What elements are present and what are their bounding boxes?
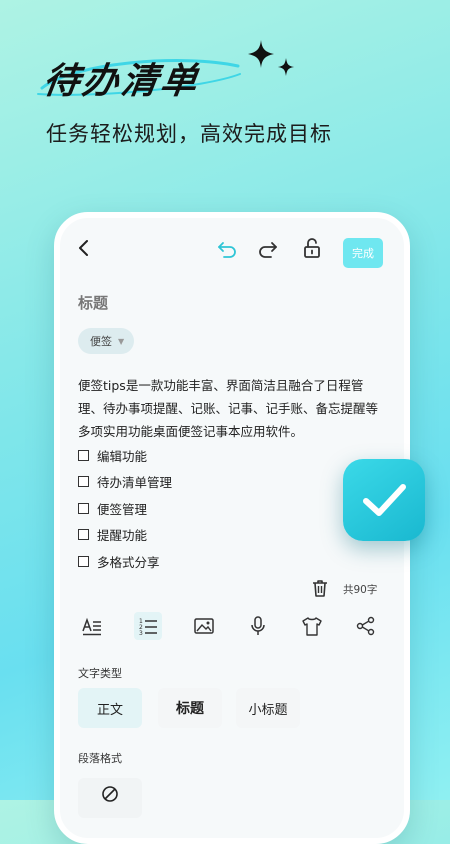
checklist-item[interactable]: 待办清单管理 <box>78 469 172 496</box>
checklist-item[interactable]: 提醒功能 <box>78 522 172 549</box>
checklist-item-label: 多格式分享 <box>97 554 160 570</box>
svg-text:3: 3 <box>139 630 143 637</box>
text-type-label: 文字类型 <box>78 667 122 680</box>
checklist-item-label: 编辑功能 <box>97 448 148 464</box>
hero-subtitle: 任务轻松规划，高效完成目标 <box>46 122 332 146</box>
checkbox[interactable] <box>78 502 89 514</box>
hero-title: 待办清单 <box>40 61 203 102</box>
note-body-text[interactable]: 便签tips是一款功能丰富、界面简洁且融合了日程管理、待办事项提醒、记账、记事、… <box>78 374 383 443</box>
unlock-icon[interactable] <box>300 236 324 260</box>
checklist-item[interactable]: 编辑功能 <box>78 442 172 469</box>
check-badge <box>343 459 425 541</box>
undo-icon[interactable] <box>215 236 239 260</box>
tag-label: 便签 <box>90 335 112 348</box>
back-arrow-icon[interactable] <box>72 236 96 260</box>
checklist-item-label: 待办清单管理 <box>97 475 173 491</box>
checkbox[interactable] <box>78 555 89 567</box>
text-style-icon[interactable] <box>78 612 106 640</box>
no-format-icon <box>102 786 118 802</box>
checklist-item[interactable]: 便签管理 <box>78 495 172 522</box>
paragraph-none-button[interactable] <box>78 778 142 818</box>
checkbox[interactable] <box>78 449 89 461</box>
format-toolbar: 1 2 3 <box>78 610 384 642</box>
text-type-body-button[interactable]: 正文 <box>78 688 142 728</box>
redo-icon[interactable] <box>256 236 280 260</box>
trash-icon[interactable] <box>310 578 330 598</box>
editor-toolbar: 完成 <box>60 218 404 274</box>
checkbox[interactable] <box>78 529 89 541</box>
microphone-icon[interactable] <box>244 612 272 640</box>
paragraph-format-label: 段落格式 <box>78 752 122 765</box>
checklist-item[interactable]: 多格式分享 <box>78 548 172 575</box>
checkbox[interactable] <box>78 476 89 488</box>
text-type-heading-button[interactable]: 标题 <box>158 688 222 728</box>
text-type-subheading-button[interactable]: 小标题 <box>236 688 300 728</box>
checklist-item-label: 提醒功能 <box>97 528 148 544</box>
checkmark-icon <box>363 484 406 516</box>
shirt-icon[interactable] <box>298 612 326 640</box>
share-icon[interactable] <box>352 612 380 640</box>
word-count: 共90字 <box>343 584 378 596</box>
sparkle-small-icon <box>278 58 294 76</box>
caret-down-icon: ▼ <box>118 336 125 346</box>
numbered-list-icon[interactable]: 1 2 3 <box>134 612 162 640</box>
image-icon[interactable] <box>190 612 218 640</box>
sparkle-icon <box>248 40 274 68</box>
note-title-field[interactable]: 标题 <box>78 292 108 313</box>
todo-checklist: 编辑功能 待办清单管理 便签管理 提醒功能 多格式分享 <box>78 442 172 575</box>
done-button[interactable]: 完成 <box>343 238 383 268</box>
checklist-item-label: 便签管理 <box>97 501 148 517</box>
category-tag-dropdown[interactable]: 便签 ▼ <box>78 328 135 354</box>
